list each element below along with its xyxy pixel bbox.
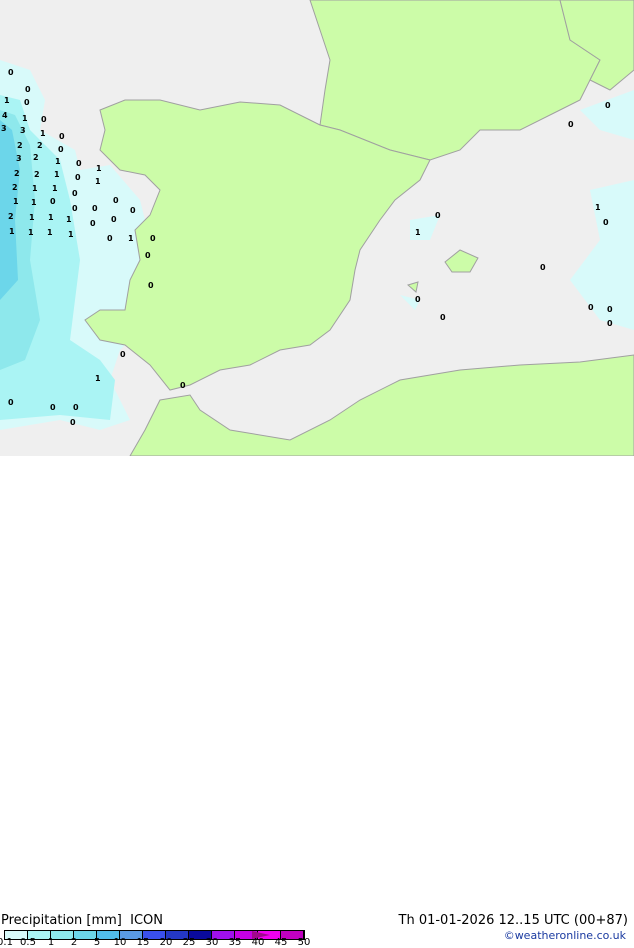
precip-value-label: 0 [50,403,56,412]
precip-value-label: 0 [72,204,78,213]
precip-value-label: 1 [54,170,60,179]
forecast-datetime: Th 01-01-2026 12..15 UTC (00+87) [398,913,629,928]
precip-value-label: 0 [603,218,609,227]
precip-value-label: 1 [66,215,72,224]
precip-value-label: 0 [72,189,78,198]
scale-tick-label: 45 [274,937,288,948]
precip-value-label: 2 [14,169,20,178]
precip-value-label: 1 [4,96,10,105]
legend: Precipitation [mm] ICON Th 01-01-2026 12… [0,456,634,948]
precip-value-label: 3 [20,126,26,135]
precip-value-label: 0 [73,403,79,412]
precipitation-map: 001 04 1 03 3 1 02 2 03 2 1 02 2 1 012 1 1011 1 002 1 1 1001 1… [0,0,634,456]
precip-value-label: 2 [37,141,43,150]
scale-tick-label: 40 [251,937,265,948]
precip-value-label: 2 [12,183,18,192]
scale-tick-label: 20 [159,937,173,948]
scale-tick-label: 30 [205,937,219,948]
legend-title-text: Precipitation [mm] [1,913,122,928]
precip-value-label: 1 [415,228,421,237]
precip-value-label: 0 [58,145,64,154]
precip-value-label: 0 [113,196,119,205]
model-name: ICON [130,913,163,928]
scale-tick-label: 5 [93,937,101,948]
precip-value-label: 0 [107,234,113,243]
precip-value-label: 0 [8,68,14,77]
precip-value-label: 1 [28,228,34,237]
precip-value-label: 1 [95,177,101,186]
precip-value-label: 0 [59,132,65,141]
precip-value-label: 1 [52,184,58,193]
precip-value-label: 1 [13,197,19,206]
precip-value-label: 1 [32,184,38,193]
precip-value-label: 2 [17,141,23,150]
precip-value-label: 2 [8,212,14,221]
precip-value-label: 0 [120,350,126,359]
precip-value-label: 0 [150,234,156,243]
scale-tick-label: 35 [228,937,242,948]
precip-value-label: 1 [48,213,54,222]
scale-tick-label: 25 [182,937,196,948]
precip-value-label: 0 [76,159,82,168]
precip-value-label: 1 [96,164,102,173]
precip-value-label: 4 [2,111,8,120]
precip-value-label: 0 [180,381,186,390]
precip-value-label: 1 [31,198,37,207]
scale-tick-label: 1 [47,937,55,948]
precip-value-label: 1 [9,227,15,236]
precip-value-label: 0 [50,197,56,206]
precip-value-label: 0 [24,98,30,107]
scale-tick-label: 50 [297,937,311,948]
precip-value-label: 0 [145,251,151,260]
precip-value-label: 1 [68,230,74,239]
precip-value-label: 2 [34,170,40,179]
scale-tick-label: 0.5 [20,937,36,948]
precip-value-label: 1 [29,213,35,222]
scale-tick-label: 15 [136,937,150,948]
legend-title: Precipitation [mm] ICON [1,913,163,928]
precip-value-label: 0 [148,281,154,290]
precip-value-label: 1 [128,234,134,243]
precip-value-label: 0 [92,204,98,213]
precip-value-label: 0 [130,206,136,215]
scale-tick-label: 2 [70,937,78,948]
precip-value-label: 1 [40,129,46,138]
precip-value-label: 0 [25,85,31,94]
precip-value-label: 0 [540,263,546,272]
precip-value-label: 0 [415,295,421,304]
precip-value-label: 0 [568,120,574,129]
precip-value-label: 0 [440,313,446,322]
precip-value-label: 1 [22,114,28,123]
precip-value-label: 0 [588,303,594,312]
precip-value-label: 0 [75,173,81,182]
precip-value-label: 0 [90,219,96,228]
precip-value-label: 0 [8,398,14,407]
precip-value-label: 0 [41,115,47,124]
precip-value-label: 0 [605,101,611,110]
scale-tick-label: 10 [113,937,127,948]
precip-value-label: 1 [595,203,601,212]
precip-value-label: 3 [1,124,7,133]
precip-value-label: 0 [70,418,76,427]
precip-value-label: 1 [47,228,53,237]
precip-value-label: 3 [16,154,22,163]
precip-value-label: 1 [95,374,101,383]
precip-value-label: 2 [33,153,39,162]
precip-value-label: 0 [607,305,613,314]
precip-value-label: 0 [607,319,613,328]
precip-value-label: 0 [435,211,441,220]
credit-link[interactable]: ©weatheronline.co.uk [504,929,626,942]
precip-value-label: 0 [111,215,117,224]
scale-tick-label: 0.1 [0,937,13,948]
precip-value-label: 1 [55,157,61,166]
